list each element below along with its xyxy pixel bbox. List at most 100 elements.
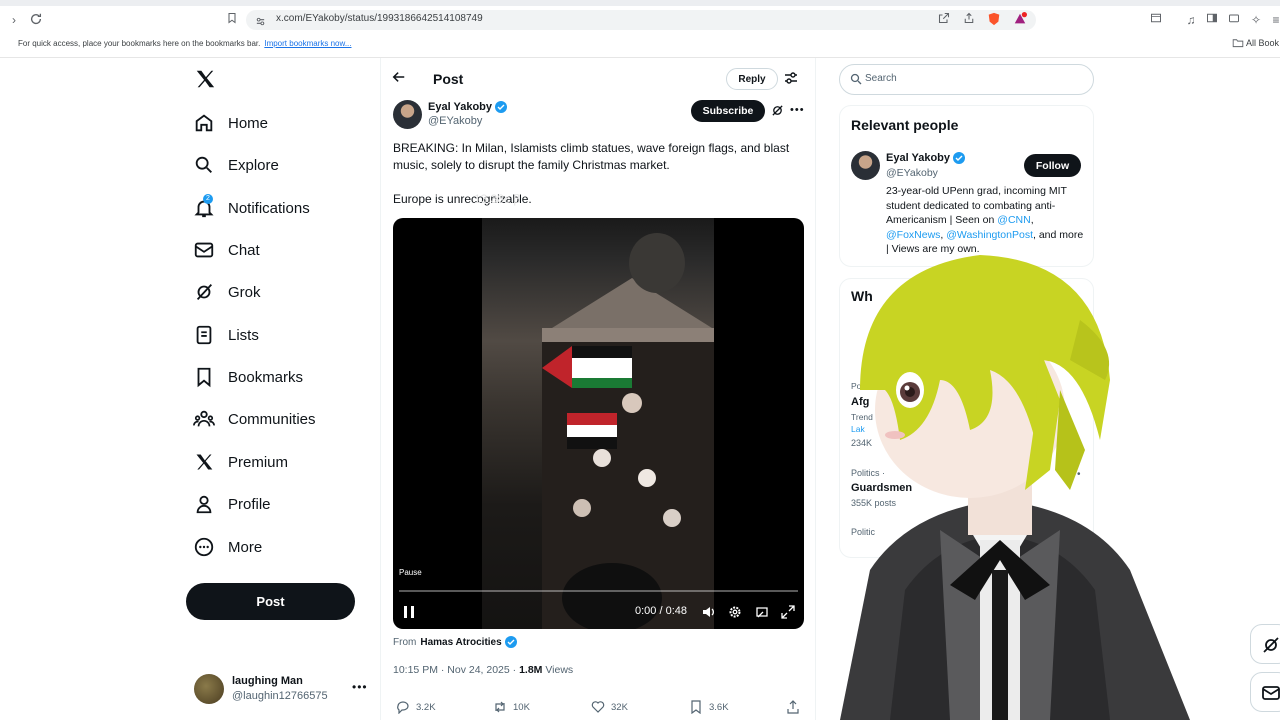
open-external-icon[interactable]: [936, 12, 952, 28]
video-frame: [482, 218, 714, 629]
url-text[interactable]: x.com/EYakoby/status/1993186642514108749: [276, 13, 483, 24]
nav-bookmarks[interactable]: Bookmarks: [192, 363, 303, 391]
music-icon[interactable]: ♫: [1183, 12, 1199, 28]
address-bar[interactable]: x.com/EYakoby/status/1993186642514108749: [246, 10, 1036, 30]
nav-notifications[interactable]: 2 Notifications: [192, 194, 310, 222]
sliders-icon[interactable]: [784, 71, 798, 85]
account-name[interactable]: laughing Man: [232, 675, 303, 687]
ghost-overlay-text: 13.38c β: [474, 192, 521, 206]
brave-rewards-icon[interactable]: [1012, 12, 1028, 28]
verified-badge-icon: [953, 152, 966, 164]
repost-stat[interactable]: 10K: [493, 700, 530, 714]
all-bookmarks-label: All Book: [1246, 38, 1280, 48]
nav-home[interactable]: Home: [192, 109, 268, 137]
avatar-overlay: [800, 240, 1200, 720]
subscribe-button[interactable]: Subscribe: [691, 100, 765, 122]
views-label: Views: [545, 664, 574, 676]
grok-icon: [1263, 637, 1279, 653]
sidebar-panel-icon[interactable]: [1148, 12, 1164, 28]
all-bookmarks[interactable]: All Book: [1232, 37, 1279, 48]
nav-home-label: Home: [228, 114, 269, 132]
views-count: 1.8M: [519, 664, 543, 676]
post-more-icon[interactable]: •••: [790, 104, 805, 116]
pip-icon[interactable]: [755, 605, 769, 619]
nav-profile[interactable]: Profile: [192, 490, 271, 518]
person-handle[interactable]: @EYakoby: [886, 167, 938, 179]
nav-lists[interactable]: Lists: [192, 321, 259, 349]
bookmark-page-icon[interactable]: [224, 12, 240, 28]
search-icon: [850, 73, 862, 85]
wallet-icon[interactable]: [1226, 12, 1242, 28]
nav-more[interactable]: More: [192, 533, 262, 561]
nav-chat[interactable]: Chat: [192, 236, 260, 264]
nav-more-label: More: [228, 538, 263, 556]
source-account[interactable]: Hamas Atrocities: [420, 637, 501, 648]
avatar[interactable]: [194, 674, 224, 704]
source-attribution[interactable]: From Hamas Atrocities: [393, 636, 517, 648]
bio-link-washingtonpost[interactable]: @WashingtonPost: [946, 229, 1033, 241]
bookmark-icon: [691, 700, 701, 714]
fullscreen-icon[interactable]: [781, 605, 795, 619]
reply-button[interactable]: Reply: [726, 68, 778, 90]
nav-grok[interactable]: Grok: [192, 278, 261, 306]
messages-float-button[interactable]: [1250, 672, 1280, 712]
author-avatar[interactable]: [393, 100, 422, 129]
folder-icon: [1232, 39, 1244, 48]
reply-stat[interactable]: 3.2K: [396, 700, 436, 714]
video-player[interactable]: Pause 0:00 / 0:48: [393, 218, 804, 629]
chrome-divider: [0, 57, 1280, 58]
forward-icon[interactable]: ›: [6, 12, 22, 28]
brave-shield-icon[interactable]: [986, 12, 1002, 28]
share-icon[interactable]: [961, 12, 977, 28]
account-more-icon[interactable]: •••: [352, 680, 368, 694]
x-logo-icon[interactable]: [193, 68, 217, 92]
settings-gear-icon[interactable]: [728, 605, 742, 619]
nav-notifications-label: Notifications: [228, 199, 310, 217]
nav-profile-label: Profile: [228, 495, 271, 513]
follow-button[interactable]: Follow: [1024, 154, 1081, 177]
person-avatar[interactable]: [851, 151, 880, 180]
site-info-icon[interactable]: [255, 14, 266, 32]
grok-float-button[interactable]: [1250, 624, 1280, 664]
post-button[interactable]: Post: [186, 583, 355, 620]
pause-tooltip: Pause: [399, 568, 422, 577]
page-title: Post: [433, 71, 464, 87]
like-stat[interactable]: 32K: [591, 700, 628, 714]
volume-icon[interactable]: [702, 605, 716, 619]
source-prefix: From: [393, 636, 417, 648]
leo-ai-icon[interactable]: ✧: [1248, 12, 1264, 28]
nav-communities[interactable]: Communities: [192, 405, 316, 433]
reload-icon[interactable]: [28, 12, 44, 28]
account-handle[interactable]: @laughin12766575: [232, 690, 328, 702]
bio-link-foxnews[interactable]: @FoxNews: [886, 229, 940, 241]
author-handle[interactable]: @EYakoby: [428, 115, 482, 127]
video-progress-bar[interactable]: [399, 590, 798, 592]
bell-icon: 2: [192, 194, 216, 220]
search-placeholder: Search: [865, 73, 897, 84]
nav-explore[interactable]: Explore: [192, 151, 279, 179]
person-name-text: Eyal Yakoby: [886, 152, 951, 164]
nav-premium-label: Premium: [228, 453, 289, 471]
menu-icon[interactable]: ≡: [1268, 12, 1280, 28]
notification-badge: 2: [203, 194, 213, 204]
grok-icon[interactable]: [771, 104, 785, 118]
back-arrow-icon[interactable]: [392, 70, 406, 88]
people-icon: [192, 407, 216, 431]
author-name[interactable]: Eyal Yakoby: [428, 101, 508, 113]
split-view-icon[interactable]: [1204, 12, 1220, 28]
share-icon: [787, 700, 799, 714]
import-bookmarks-link[interactable]: Import bookmarks now...: [264, 39, 351, 48]
nav-premium[interactable]: Premium: [192, 448, 288, 476]
nav-bookmarks-label: Bookmarks: [228, 368, 304, 386]
person-name[interactable]: Eyal Yakoby: [886, 152, 966, 164]
bookmark-stat[interactable]: 3.6K: [689, 700, 729, 714]
repost-icon: [495, 701, 505, 713]
bio-link-cnn[interactable]: @CNN: [997, 214, 1030, 226]
search-input[interactable]: Search: [839, 64, 1094, 95]
video-time: 0:00 / 0:48: [635, 605, 687, 617]
post-timestamp[interactable]: 10:15 PM · Nov 24, 2025 ·: [393, 664, 516, 676]
pause-icon[interactable]: [401, 604, 417, 620]
reply-icon: [397, 701, 409, 714]
verified-badge-icon: [504, 636, 517, 648]
author-name-text: Eyal Yakoby: [428, 101, 493, 113]
